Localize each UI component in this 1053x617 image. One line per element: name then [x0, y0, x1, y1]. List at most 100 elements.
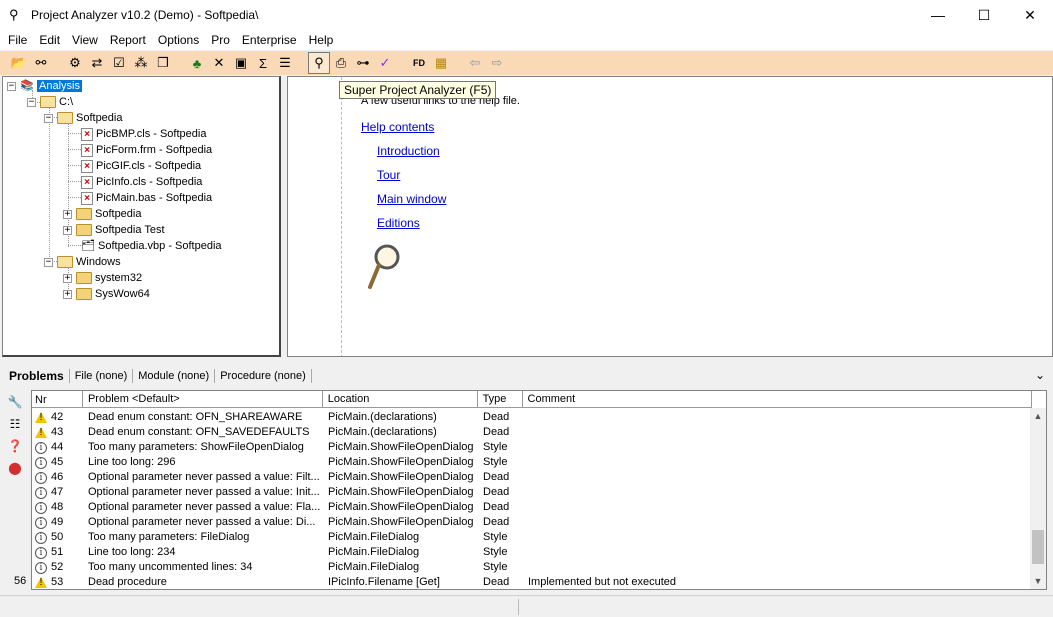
super-analyzer-icon[interactable]: ⚲	[308, 52, 330, 74]
menu-edit[interactable]: Edit	[33, 30, 66, 50]
tree-file-item[interactable]: × PicBMP.cls - Softpedia	[81, 126, 206, 142]
tree-file-item[interactable]: × PicInfo.cls - Softpedia	[81, 174, 202, 190]
tab-file[interactable]: File (none)	[70, 369, 134, 383]
cell-type: Dead	[483, 411, 510, 423]
tab-problems[interactable]: Problems	[7, 369, 70, 383]
column-type[interactable]: Type	[478, 391, 523, 408]
table-row[interactable]: i 45 Line too long: 296 PicMain.ShowFileOpe…	[32, 455, 823, 470]
tab-procedure[interactable]: Procedure (none)	[215, 369, 312, 383]
link-tour[interactable]: Tour	[377, 168, 400, 182]
menu-pro[interactable]: Pro	[205, 30, 236, 50]
menu-file[interactable]: File	[2, 30, 33, 50]
network-icon[interactable]: ⁂	[130, 52, 152, 74]
table-row[interactable]: i 52 Too many uncommented lines: 34 PicMain…	[32, 560, 823, 575]
table-row[interactable]: i 51 Line too long: 234 PicMain.FileDialog S…	[32, 545, 823, 560]
table-row[interactable]: i 50 Too many parameters: FileDialog PicMai…	[32, 530, 823, 545]
crossref-icon[interactable]: ✕	[208, 52, 230, 74]
table-row[interactable]: ! 43 Dead enum constant: OFN_SAVEDEFAULTS P…	[32, 425, 823, 440]
expand-icon[interactable]: +	[63, 225, 72, 235]
tree-node-subfolder[interactable]: + Softpedia	[63, 206, 141, 222]
menu-options[interactable]: Options	[152, 30, 205, 50]
table-row[interactable]: i 49 Optional parameter never passed a val…	[32, 515, 823, 530]
link-editions[interactable]: Editions	[377, 216, 420, 230]
expand-icon[interactable]: +	[63, 209, 72, 219]
cell-comment: Implemented but not executed	[528, 576, 676, 588]
tree-node-softpedia[interactable]: − Softpedia	[44, 110, 122, 126]
flow-icon[interactable]: ⊶	[352, 52, 374, 74]
collapse-icon[interactable]: −	[44, 113, 53, 123]
column-comment[interactable]: Comment	[523, 391, 1032, 408]
sigma-icon[interactable]: Σ	[252, 52, 274, 74]
maximize-button[interactable]: ☐	[961, 0, 1007, 30]
fd-icon[interactable]: FD	[408, 52, 430, 74]
table-row[interactable]: i 48 Optional parameter never passed a val…	[32, 500, 823, 515]
open-icon[interactable]: 📂	[8, 52, 30, 74]
cell-problem: Optional parameter never passed a value:…	[88, 486, 320, 498]
table-row[interactable]: ! 53 Dead procedure IPicInfo.Filename [Get]…	[32, 575, 823, 589]
menu-report[interactable]: Report	[104, 30, 152, 50]
link-help-contents[interactable]: Help contents	[361, 120, 434, 134]
collapse-icon[interactable]: −	[7, 81, 16, 91]
column-nr[interactable]: Nr	[32, 391, 83, 408]
collapse-icon[interactable]: −	[27, 97, 36, 107]
collapse-icon[interactable]: −	[44, 257, 53, 267]
table-row[interactable]: i 46 Optional parameter never passed a val…	[32, 470, 823, 485]
list-icon[interactable]: ☰	[274, 52, 296, 74]
forward-icon[interactable]: ⇨	[486, 52, 508, 74]
menu-view[interactable]: View	[66, 30, 104, 50]
tree-node-analysis[interactable]: − 📚 Analysis	[7, 78, 82, 94]
tree-file-item[interactable]: × PicGIF.cls - Softpedia	[81, 158, 201, 174]
tree-node-syswow64[interactable]: + SysWow64	[63, 286, 150, 302]
table-row[interactable]: ! 42 Dead enum constant: OFN_SHAREAWARE Pic…	[32, 410, 823, 425]
enterprise-icon[interactable]: ▦	[430, 52, 452, 74]
chevron-down-icon[interactable]: ⌄	[1035, 368, 1045, 382]
link-main-window[interactable]: Main window	[377, 192, 446, 206]
problems-table[interactable]: Nr Problem <Default> Location Type Comme…	[31, 390, 1047, 590]
column-location[interactable]: Location	[323, 391, 478, 408]
print-preview-icon[interactable]: ⎙	[330, 52, 352, 74]
project-tree[interactable]: − 📚 Analysis − C:\ − Softpedia × PicBMP.…	[2, 76, 281, 357]
cell-problem: Too many uncommented lines: 34	[88, 561, 253, 573]
check-icon[interactable]: ☑	[108, 52, 130, 74]
tree-file-item[interactable]: × PicForm.frm - Softpedia	[81, 142, 212, 158]
tree-icon[interactable]: ♣	[186, 52, 208, 74]
table-row[interactable]: i 47 Optional parameter never passed a val…	[32, 485, 823, 500]
tree-node-subfolder[interactable]: + Softpedia Test	[63, 222, 165, 238]
cell-problem: Too many parameters: FileDialog	[88, 531, 250, 543]
link-icon[interactable]: ⇄	[86, 52, 108, 74]
column-problem[interactable]: Problem <Default>	[83, 391, 323, 408]
cell-problem: Optional parameter never passed a value:…	[88, 501, 321, 513]
tree-node-windows[interactable]: − Windows	[44, 254, 121, 270]
checklist-icon[interactable]: ☷	[4, 413, 26, 435]
options-icon[interactable]: ⚙	[64, 52, 86, 74]
link-introduction[interactable]: Introduction	[377, 144, 440, 158]
spellcheck-icon[interactable]: ✓	[374, 52, 396, 74]
menu-enterprise[interactable]: Enterprise	[236, 30, 303, 50]
scroll-down-icon[interactable]: ▼	[1030, 573, 1046, 589]
vertical-scrollbar[interactable]: ▲ ▼	[1030, 408, 1046, 589]
scroll-thumb[interactable]	[1032, 530, 1044, 564]
tab-module[interactable]: Module (none)	[133, 369, 216, 383]
copy-icon[interactable]: ❐	[152, 52, 174, 74]
tree-file-item[interactable]: × PicMain.bas - Softpedia	[81, 190, 212, 206]
cell-location: IPicInfo.Filename [Get]	[328, 576, 440, 588]
cell-type: Style	[483, 531, 508, 543]
binoculars-icon[interactable]: ⚯	[30, 52, 52, 74]
close-button[interactable]: ✕	[1007, 0, 1053, 30]
minimize-button[interactable]: —	[915, 0, 961, 30]
scroll-up-icon[interactable]: ▲	[1030, 408, 1046, 424]
doc-icon[interactable]: ▣	[230, 52, 252, 74]
tree-node-drive[interactable]: − C:\	[27, 94, 73, 110]
folder-icon	[76, 272, 92, 284]
help-icon[interactable]: ❓	[4, 435, 26, 457]
back-icon[interactable]: ⇦	[464, 52, 486, 74]
menu-help[interactable]: Help	[303, 30, 340, 50]
expand-icon[interactable]: +	[63, 289, 72, 299]
cell-nr: ! 53	[32, 575, 83, 589]
table-row[interactable]: i 44 Too many parameters: ShowFileOpenDial…	[32, 440, 823, 455]
tree-vbp-item[interactable]: 🗂 Softpedia.vbp - Softpedia	[81, 238, 222, 254]
expand-icon[interactable]: +	[63, 273, 72, 283]
wrench-icon[interactable]: 🔧	[4, 391, 26, 413]
error-icon[interactable]: ⬤	[4, 457, 26, 479]
tree-node-system32[interactable]: + system32	[63, 270, 142, 286]
